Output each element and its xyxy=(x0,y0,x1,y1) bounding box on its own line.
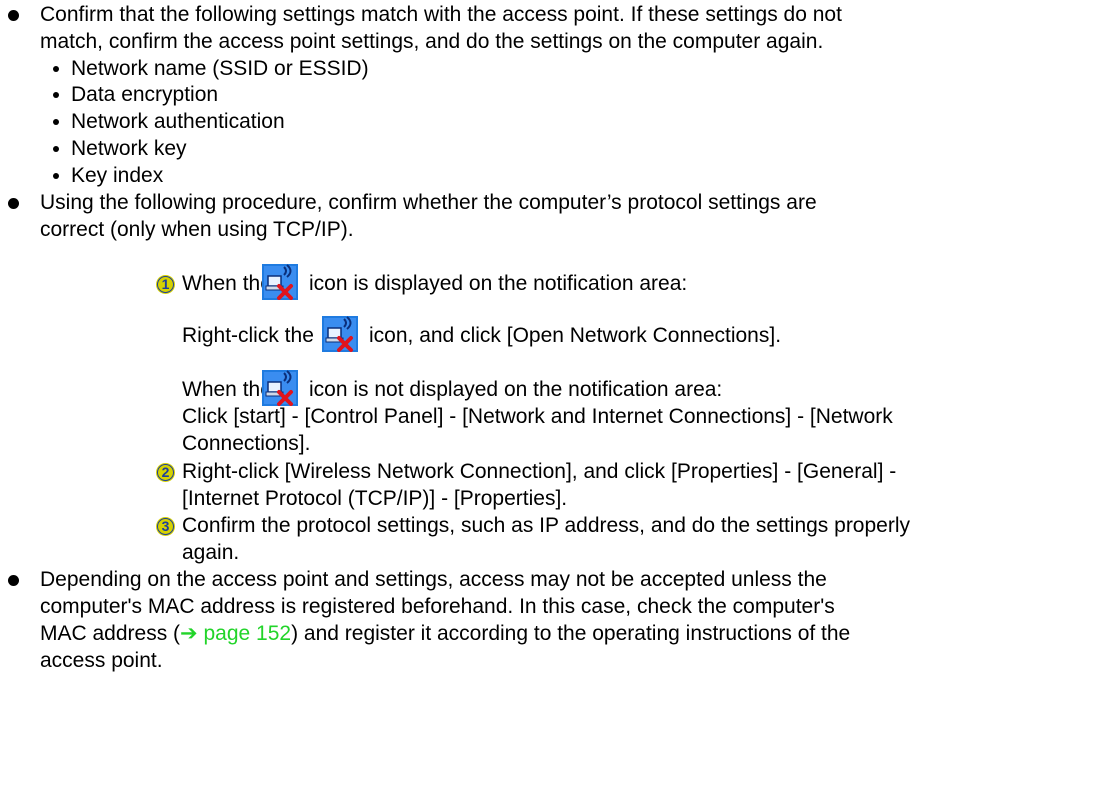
bullet-marker xyxy=(8,575,19,586)
bullet1-line1: Confirm that the following settings matc… xyxy=(40,3,842,26)
sub-bullet-marker xyxy=(53,92,59,98)
bullet3-line4: access point. xyxy=(40,649,163,672)
wireless-disconnected-icon xyxy=(262,370,298,406)
step3-text-1: Confirm the protocol settings, such as I… xyxy=(182,514,911,537)
list-item: Network name (SSID or ESSID) xyxy=(71,57,369,80)
step1-text-a-post: icon is displayed on the notification ar… xyxy=(309,272,688,295)
step1-text-a-pre: When the xyxy=(182,272,272,295)
bullet2-line2: correct (only when using TCP/IP). xyxy=(40,218,354,241)
step1-text-c-post: icon is not displayed on the notificatio… xyxy=(309,378,723,401)
step1-text-d2: Connections]. xyxy=(182,432,311,455)
arrow-right-icon: ➔ xyxy=(180,622,198,645)
step2-text-1: Right-click [Wireless Network Connection… xyxy=(182,460,897,483)
list-item: Key index xyxy=(71,164,164,187)
step3-text-2: again. xyxy=(182,541,240,564)
step1-text-c-pre: When the xyxy=(182,378,272,401)
sub-bullet-marker xyxy=(53,173,59,179)
bullet-marker xyxy=(8,198,19,209)
sub-bullet-marker xyxy=(53,146,59,152)
bullet-marker xyxy=(8,10,19,21)
bullet1-line2: match, confirm the access point settings… xyxy=(40,30,824,53)
bullet3-line3-pre: MAC address ( xyxy=(40,622,181,645)
bullet3-line3: MAC address (➔ page 152) and register it… xyxy=(40,621,850,646)
step-number-2: 2 xyxy=(156,463,175,482)
bullet3-line3-post: ) and register it according to the opera… xyxy=(291,622,851,645)
step1-text-b-pre: Right-click the xyxy=(182,324,314,347)
list-item: Network key xyxy=(71,137,187,160)
sub-bullet-marker xyxy=(53,66,59,72)
bullet2-line1: Using the following procedure, confirm w… xyxy=(40,191,817,214)
step1-text-d1: Click [start] - [Control Panel] - [Netwo… xyxy=(182,405,893,428)
list-item: Network authentication xyxy=(71,110,285,133)
step2-text-2: [Internet Protocol (TCP/IP)] - [Properti… xyxy=(182,487,568,510)
list-item: Data encryption xyxy=(71,83,219,106)
wireless-disconnected-icon xyxy=(262,264,298,300)
page-reference-link[interactable]: page 152 xyxy=(204,622,292,645)
bullet3-line1: Depending on the access point and settin… xyxy=(40,568,827,591)
wireless-disconnected-icon xyxy=(322,316,358,352)
sub-bullet-marker xyxy=(53,119,59,125)
step-number-3: 3 xyxy=(156,517,175,536)
bullet3-line2: computer's MAC address is registered bef… xyxy=(40,595,835,618)
step1-text-b-post: icon, and click [Open Network Connection… xyxy=(369,324,782,347)
step-number-1: 1 xyxy=(156,275,175,294)
